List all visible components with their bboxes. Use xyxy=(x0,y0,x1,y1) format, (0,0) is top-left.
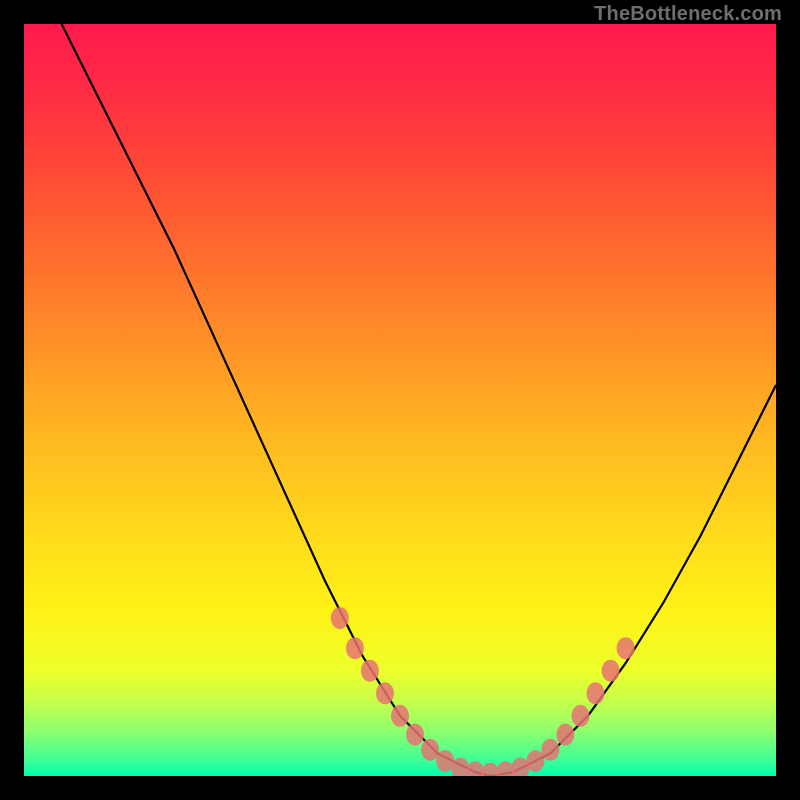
watermark-label: TheBottleneck.com xyxy=(594,3,782,26)
marker-dot xyxy=(526,750,544,772)
marker-dot xyxy=(587,682,605,704)
marker-dot xyxy=(376,682,394,704)
marker-dots-layer xyxy=(331,607,635,776)
curve-layer xyxy=(62,24,776,776)
plot-area xyxy=(24,24,776,776)
bottleneck-curve-line xyxy=(62,24,776,776)
marker-dot xyxy=(572,705,590,727)
marker-dot xyxy=(421,739,439,761)
chart-frame: TheBottleneck.com xyxy=(0,0,800,800)
marker-dot xyxy=(331,607,349,629)
marker-dot xyxy=(602,660,620,682)
marker-dot xyxy=(391,705,409,727)
chart-svg xyxy=(24,24,776,776)
marker-dot xyxy=(346,637,364,659)
marker-dot xyxy=(556,724,574,746)
marker-dot xyxy=(361,660,379,682)
marker-dot xyxy=(617,637,635,659)
marker-dot xyxy=(541,739,559,761)
marker-dot xyxy=(406,724,424,746)
